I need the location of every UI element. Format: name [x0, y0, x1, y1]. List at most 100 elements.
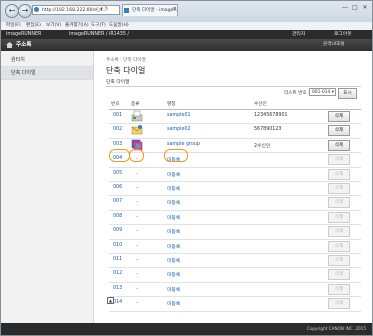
recipient-value: 2수신인: [254, 143, 271, 149]
entry-name-link[interactable]: sample group: [167, 142, 200, 147]
device-name: imageRUNNER: [6, 32, 42, 37]
delete-button: 삭제: [328, 255, 350, 266]
table-row: 008 - 미등록 삭제: [109, 210, 361, 226]
forward-arrow-icon[interactable]: →: [18, 4, 32, 18]
menu-tools[interactable]: 도구(T): [91, 22, 106, 30]
table-row: 009 - 미등록 삭제: [109, 224, 361, 240]
row-number-link[interactable]: 007: [113, 199, 122, 204]
row-number-link[interactable]: 003: [113, 142, 122, 147]
empty-type-mark: -: [136, 257, 138, 263]
menu-favorites[interactable]: 즐겨찾기(A): [65, 22, 89, 30]
fax-icon: [131, 110, 143, 122]
empty-type-mark: -: [136, 228, 138, 235]
table-row: 014 - 미등록 삭제: [109, 296, 361, 312]
delete-button: 삭제: [328, 197, 350, 209]
address-tools[interactable]: ⌕ ▾ ↻: [96, 6, 109, 12]
delete-button[interactable]: 삭제: [328, 111, 350, 122]
page-top-icon[interactable]: ▲: [107, 297, 114, 304]
recipient-value: 567890123: [254, 127, 282, 133]
entry-name-link[interactable]: 미등록: [167, 271, 180, 278]
delete-button[interactable]: 삭제: [328, 139, 350, 151]
table-row: 004- 미등록 삭제: [109, 152, 361, 168]
maximize-button[interactable]: □: [351, 4, 359, 12]
page-header: [1, 39, 372, 51]
table-row: 013 - 미등록 삭제: [109, 282, 361, 298]
table-row: 012 - 미등록 삭제: [109, 267, 361, 283]
sidebar-item-coded-dial[interactable]: 단축 다이얼: [1, 67, 93, 80]
row-number-link[interactable]: 002: [113, 127, 122, 132]
close-window-button[interactable]: ✕: [361, 4, 369, 12]
show-button[interactable]: 표시: [338, 88, 357, 99]
table-row: 006 - 미등록 삭제: [109, 181, 361, 197]
email-icon: [131, 124, 143, 136]
empty-type-mark: -: [136, 271, 138, 278]
delete-button: 삭제: [328, 211, 350, 223]
row-number-link[interactable]: 012: [113, 271, 122, 276]
menu-file[interactable]: 파일(F): [6, 22, 21, 30]
footer: Copyright CANON INC. 2015: [1, 323, 372, 335]
entry-name-link[interactable]: 미등록: [167, 257, 180, 264]
table-row: 005 - 미등록 삭제: [109, 167, 361, 182]
entry-name-link[interactable]: 미등록: [167, 214, 180, 221]
section-label: 주소록: [16, 42, 32, 48]
logout-link[interactable]: 로그아웃: [334, 30, 352, 39]
delete-button: 삭제: [328, 240, 350, 252]
entry-name-link[interactable]: 미등록: [167, 185, 180, 192]
table-row: 002 sample02 567890123 삭제: [109, 123, 361, 139]
menu-view[interactable]: 보기(V): [46, 22, 61, 30]
delete-button: 삭제: [328, 298, 350, 310]
entry-name-link[interactable]: sample02: [167, 127, 191, 132]
sidebar-item-one-touch[interactable]: 원터치: [1, 54, 93, 67]
empty-type-mark: -: [136, 300, 138, 307]
tab-page-icon: [124, 8, 129, 13]
entry-name-link[interactable]: 미등록: [167, 300, 180, 307]
entry-name-link[interactable]: 미등록: [167, 228, 180, 235]
section-heading: 단축 다이얼: [106, 78, 361, 87]
empty-type-mark: -: [136, 213, 138, 220]
empty-type-mark: -: [136, 170, 138, 177]
page-title: 단축 다이얼: [106, 66, 146, 75]
delete-button[interactable]: 삭제: [328, 125, 350, 137]
row-number-link[interactable]: 009: [113, 228, 122, 233]
browser-tab[interactable]: 단축 다이얼 - imageR...: [122, 4, 178, 16]
column-number: 번호: [111, 102, 120, 107]
entry-name-link[interactable]: 미등록: [167, 243, 180, 250]
row-number-link[interactable]: 013: [113, 286, 122, 291]
row-number-link[interactable]: 008: [113, 214, 122, 219]
delete-button: 삭제: [328, 226, 350, 238]
portal-link[interactable]: 원격UI포털: [323, 39, 345, 51]
entry-name-link[interactable]: sample01: [167, 113, 191, 118]
row-number-link[interactable]: 010: [113, 243, 122, 248]
table-row: 007 - 미등록 삭제: [109, 195, 361, 211]
device-model: imageRUNNER / iR1435 /: [69, 32, 130, 37]
empty-type-mark: -: [136, 242, 138, 249]
close-tab-icon[interactable]: ×: [172, 6, 176, 12]
row-number-link[interactable]: 014: [113, 300, 122, 305]
entry-name-link[interactable]: 미등록: [167, 199, 180, 206]
table-row: 001 sample01 12345678901 삭제: [109, 109, 361, 125]
entry-name-link[interactable]: 미등록: [167, 286, 180, 293]
list-number-select[interactable]: 001-014 ▾: [309, 88, 336, 96]
row-number-link[interactable]: 005: [113, 171, 122, 176]
delete-button: 삭제: [328, 283, 350, 295]
recipient-value: 12345678901: [254, 113, 288, 118]
delete-button: 삭제: [328, 269, 350, 281]
row-number-link[interactable]: 006: [113, 185, 122, 190]
column-name: 명칭: [167, 102, 176, 107]
menu-help[interactable]: 도움말(H): [109, 22, 129, 30]
row-number-link[interactable]: 001: [113, 113, 122, 118]
copyright: Copyright CANON INC. 2015: [306, 326, 366, 331]
table-row: 010 - 미등록 삭제: [109, 239, 361, 254]
minimize-button[interactable]: —: [341, 4, 349, 12]
empty-type-mark: -: [136, 285, 138, 292]
empty-type-mark: -: [136, 185, 138, 191]
menu-edit[interactable]: 편집(E): [26, 22, 41, 30]
row-number-link[interactable]: 011: [113, 257, 122, 262]
entry-name-link[interactable]: 미등록: [167, 171, 180, 178]
browser-window: ← → http://192.168.222.80/e_a... ⌕ ▾ ↻ 단…: [0, 0, 373, 336]
delete-button: 삭제: [328, 168, 350, 180]
empty-type-mark: -: [136, 199, 138, 206]
table-row: 011 - 미등록 삭제: [109, 253, 361, 269]
highlight-type: [129, 149, 144, 162]
back-arrow-icon[interactable]: ←: [5, 4, 19, 18]
